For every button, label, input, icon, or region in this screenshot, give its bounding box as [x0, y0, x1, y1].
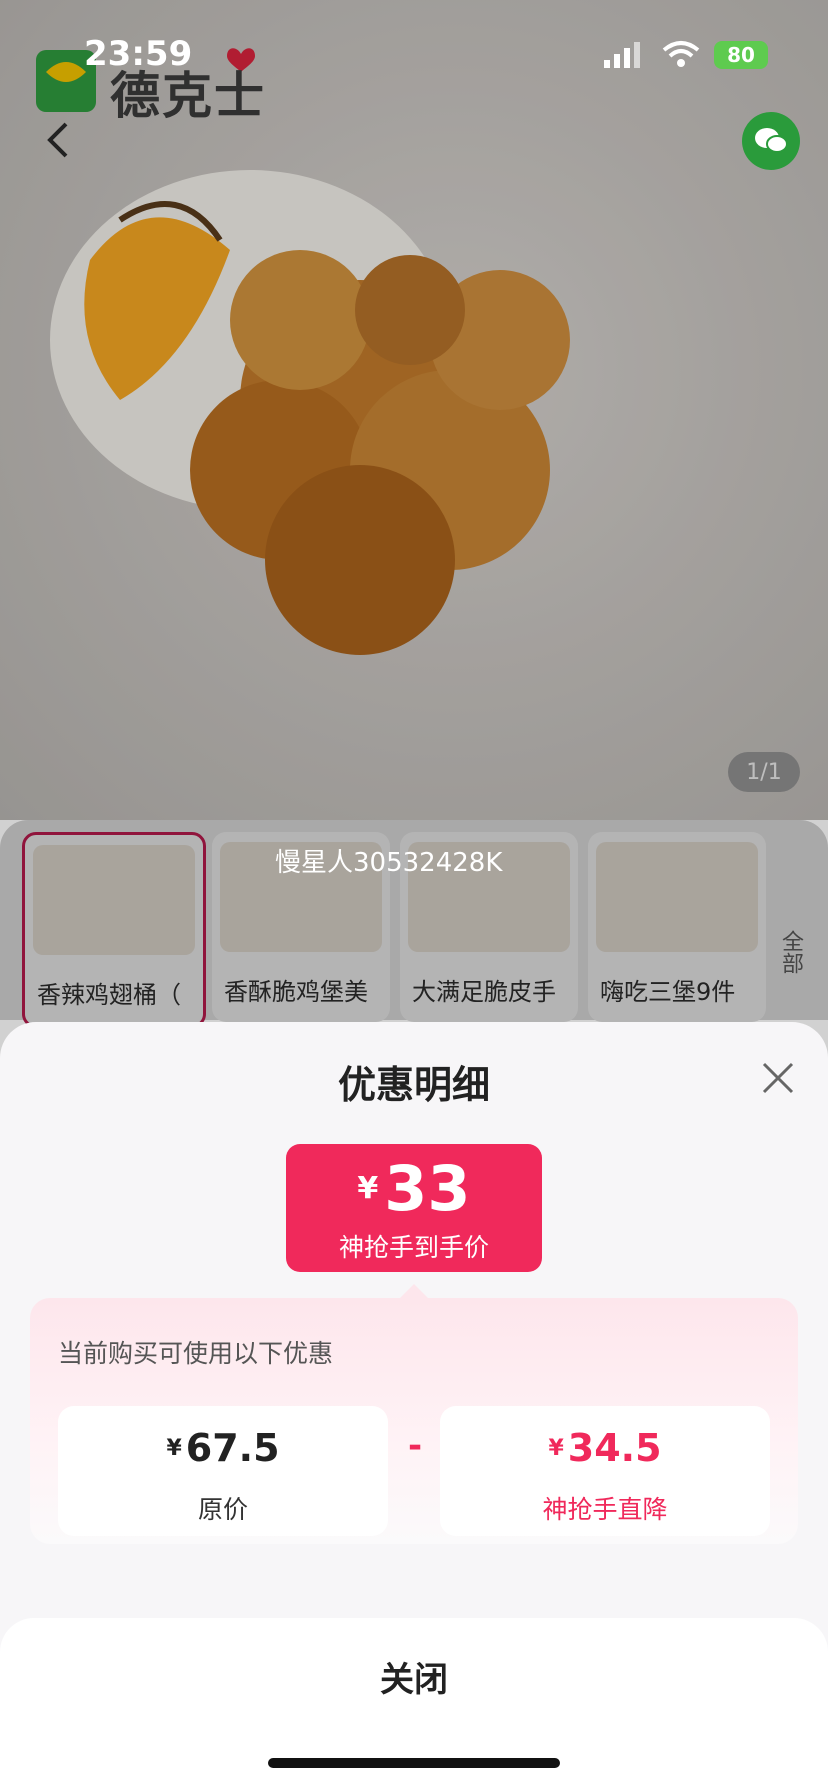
discount-card: ¥34.5 神抢手直降: [440, 1406, 770, 1536]
close-icon[interactable]: [758, 1058, 798, 1098]
panel-pointer: [400, 1284, 428, 1298]
close-button[interactable]: 关闭: [0, 1618, 828, 1792]
product-card[interactable]: 嗨吃三堡9件: [588, 832, 766, 1022]
wechat-share-button[interactable]: [742, 112, 800, 170]
product-thumbnail: [596, 842, 758, 952]
product-card[interactable]: 香辣鸡翅桶（: [22, 832, 206, 1028]
image-page-indicator: 1/1: [728, 752, 800, 792]
product-thumbnail: [33, 845, 195, 955]
product-name: 大满足脆皮手: [412, 978, 556, 1006]
signal-icon: [604, 42, 640, 68]
discount-value: ¥34.5: [440, 1426, 770, 1470]
final-price-value: ¥33: [286, 1152, 542, 1225]
status-time: 23:59: [84, 34, 193, 74]
chicken-bucket-image: [50, 170, 570, 655]
final-price-number: 33: [384, 1152, 471, 1225]
discount-number: 34.5: [567, 1426, 662, 1470]
battery-indicator: 80: [714, 41, 768, 69]
product-name: 香酥脆鸡堡美: [224, 978, 368, 1006]
original-price-currency: ¥: [166, 1435, 182, 1461]
battery-level: 80: [727, 43, 755, 67]
discount-label: 神抢手直降: [542, 1495, 668, 1524]
product-name: 香辣鸡翅桶（: [37, 981, 181, 1009]
final-price-currency: ¥: [357, 1171, 379, 1206]
view-all-label: 全部: [778, 930, 803, 974]
final-price-badge: ¥33 神抢手到手价: [286, 1144, 542, 1272]
user-watermark: 慢星人30532428K: [275, 848, 503, 878]
discount-detail-panel: 当前购买可使用以下优惠 ¥67.5 原价 - ¥34.5 神抢手直降: [30, 1298, 798, 1544]
product-name: 嗨吃三堡9件: [600, 978, 736, 1006]
discount-caption: 当前购买可使用以下优惠: [58, 1339, 334, 1368]
original-price-number: 67.5: [185, 1426, 280, 1470]
product-hero-image: 德克士 1/1: [0, 0, 828, 820]
close-button-label: 关闭: [380, 1660, 448, 1700]
original-price-label: 原价: [197, 1495, 248, 1524]
discount-detail-sheet: 优惠明细 ¥33 神抢手到手价 当前购买可使用以下优惠 ¥67.5 原价 - ¥…: [0, 1022, 828, 1792]
original-price-card: ¥67.5 原价: [58, 1406, 388, 1536]
back-icon[interactable]: [40, 120, 80, 160]
minus-sign: -: [407, 1426, 423, 1466]
view-all-button[interactable]: 全部: [772, 930, 808, 982]
wifi-icon: [662, 41, 700, 67]
discount-currency: ¥: [548, 1435, 564, 1461]
wechat-icon: [755, 128, 788, 153]
original-price-value: ¥67.5: [58, 1426, 388, 1470]
home-indicator: [268, 1758, 560, 1768]
status-bar: 23:59 80: [0, 0, 828, 110]
sheet-title: 优惠明细: [337, 1063, 490, 1107]
final-price-label: 神抢手到手价: [338, 1233, 489, 1262]
